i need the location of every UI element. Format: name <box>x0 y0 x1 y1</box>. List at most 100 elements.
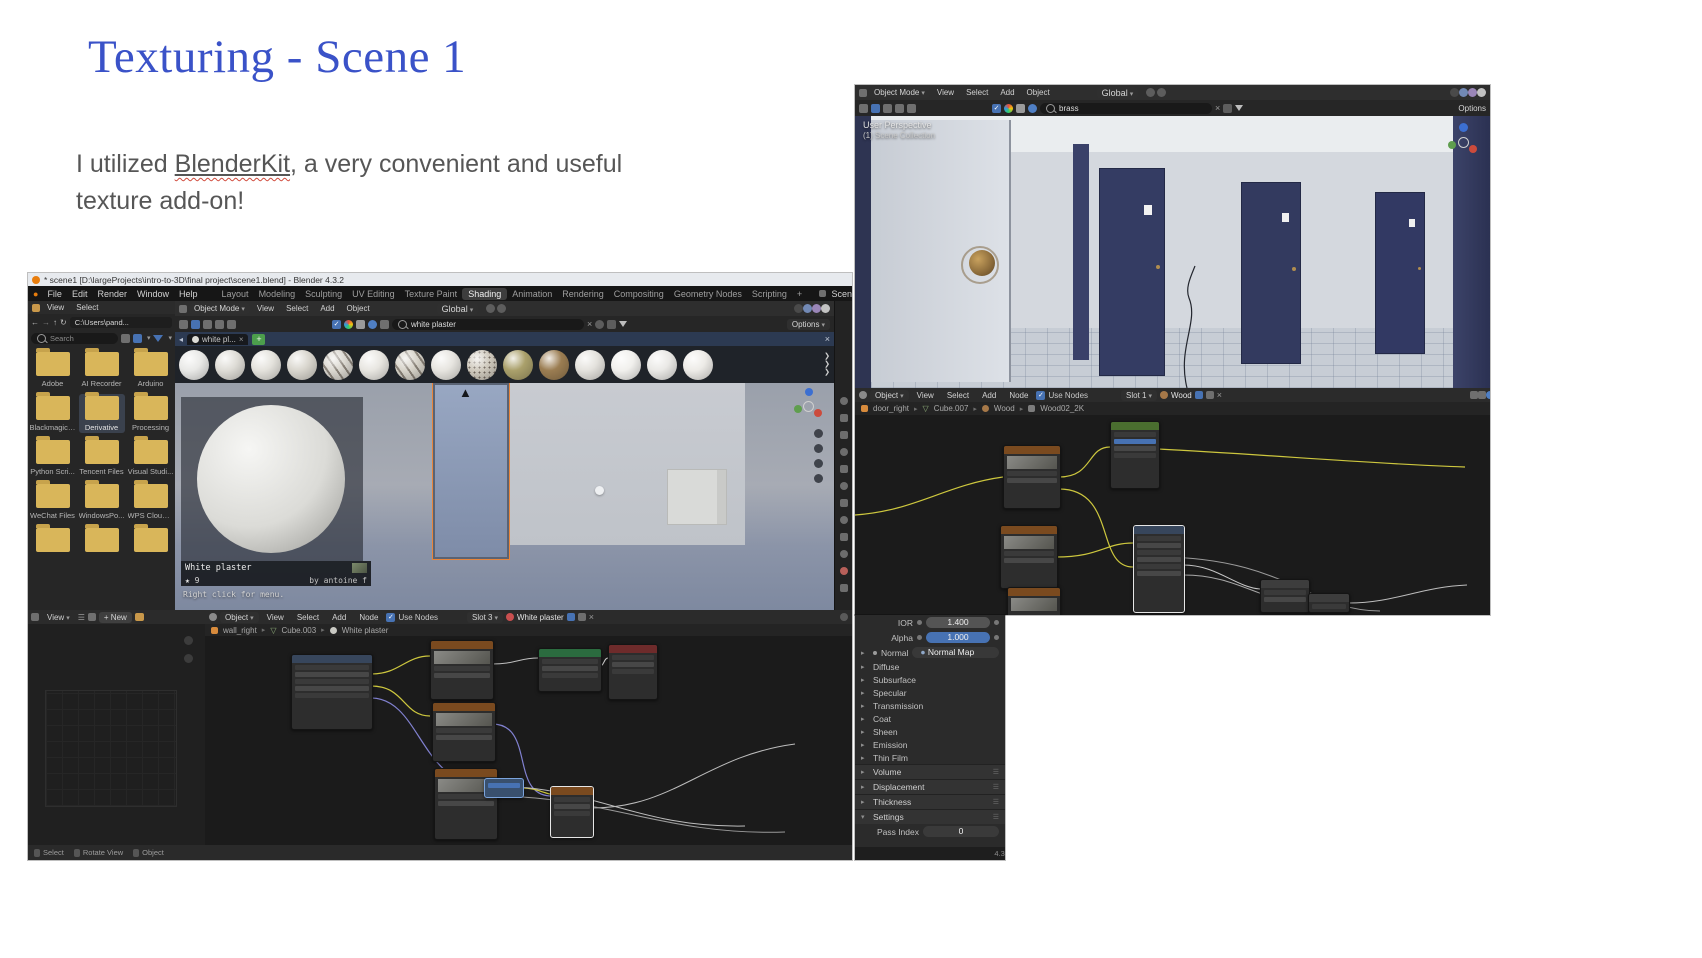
orientation-dropdown[interactable]: Global▾ <box>437 303 479 315</box>
asset-thumbnail[interactable] <box>503 350 533 380</box>
bk-verified-icon[interactable]: ✓ <box>992 104 1001 113</box>
copy-material-icon[interactable] <box>1206 391 1214 399</box>
use-nodes-checkbox[interactable]: ✓ <box>1036 391 1045 400</box>
animate-dot-icon[interactable] <box>917 620 922 625</box>
asset-thumbnail[interactable] <box>251 350 281 380</box>
folder-item[interactable]: Python Scri... <box>30 438 76 477</box>
asset-thumbnail[interactable] <box>431 350 461 380</box>
folder-item-selected[interactable]: Derivative <box>79 394 125 433</box>
display-thumbnails-icon[interactable] <box>133 334 142 343</box>
collapse-assetbar-icon[interactable]: ◂ <box>179 335 183 344</box>
wireframe-shading-icon[interactable] <box>1450 88 1459 97</box>
animate-dot-icon[interactable] <box>917 635 922 640</box>
camera-view-icon[interactable] <box>814 459 823 468</box>
refresh-icon[interactable]: ↻ <box>60 318 67 327</box>
breadcrumb-object[interactable]: door_right <box>873 404 909 413</box>
section-thickness[interactable]: ▸Thickness☰ <box>855 794 1005 809</box>
breadcrumb-mesh[interactable]: Cube.003 <box>281 626 316 635</box>
prop-row-diffuse[interactable]: ▸Diffuse <box>855 660 1005 673</box>
clear-search-icon[interactable]: × <box>587 319 592 329</box>
viewport-3d[interactable]: Object Mode▾ View Select Add Object Glob… <box>175 301 834 610</box>
node-graph[interactable] <box>205 636 852 845</box>
solid-shading-icon[interactable] <box>803 304 812 313</box>
ior-value[interactable]: 1.400 <box>926 617 990 628</box>
unlink-material-icon[interactable]: × <box>1217 390 1222 400</box>
asset-type-material-icon[interactable] <box>1028 104 1037 113</box>
node-select-menu[interactable]: Select <box>292 613 324 622</box>
asset-search-tab[interactable]: white pl... × <box>187 334 248 345</box>
tweak-tool-icon[interactable] <box>871 104 880 113</box>
tab-animation[interactable]: Animation <box>507 289 557 299</box>
tab-sculpting[interactable]: Sculpting <box>300 289 347 299</box>
utility-node[interactable] <box>1308 593 1350 613</box>
selected-small-node[interactable] <box>484 778 524 798</box>
viewport-select-menu[interactable]: Select <box>961 88 993 97</box>
asset-thumbnail[interactable] <box>323 350 353 380</box>
decorator-icon[interactable] <box>994 635 999 640</box>
file-browser-select-menu[interactable]: Select <box>71 303 103 312</box>
node-add-menu[interactable]: Add <box>977 391 1001 400</box>
menu-render[interactable]: Render <box>92 289 132 299</box>
menu-window[interactable]: Window <box>132 289 174 299</box>
render-tab-icon[interactable] <box>840 414 848 422</box>
particles-tab-icon[interactable] <box>840 533 848 541</box>
folder-item[interactable]: WPS Cloud ... <box>128 482 174 521</box>
image-grid-canvas[interactable] <box>45 690 177 807</box>
select-tool-icon[interactable] <box>859 104 868 113</box>
normal-value[interactable]: ● Normal Map <box>912 647 999 658</box>
folder-item[interactable]: Processing <box>128 394 174 433</box>
add-tab-button[interactable]: + <box>252 334 265 345</box>
tab-texture-paint[interactable]: Texture Paint <box>400 289 463 299</box>
material-name[interactable]: Wood <box>1171 391 1192 400</box>
fake-user-icon[interactable] <box>1195 391 1203 399</box>
node-view-menu[interactable]: View <box>912 391 939 400</box>
folder-item[interactable]: Tencent Files <box>79 438 125 477</box>
visibility-icon[interactable] <box>595 320 604 329</box>
add-workspace-button[interactable]: + <box>792 289 807 299</box>
tab-rendering[interactable]: Rendering <box>557 289 609 299</box>
asset-thumbnail[interactable] <box>647 350 677 380</box>
viewport-object-menu[interactable]: Object <box>342 304 375 313</box>
filter-icon[interactable] <box>153 335 163 342</box>
shader-type-dropdown[interactable]: Object▾ <box>220 612 259 623</box>
scene-marble-cube[interactable] <box>667 469 727 525</box>
scene-wall-lamp[interactable] <box>595 486 604 495</box>
node-node-menu[interactable]: Node <box>1004 391 1033 400</box>
folder-item-partial[interactable] <box>30 526 76 553</box>
material-tab-icon[interactable] <box>840 567 848 575</box>
asset-thumbnail[interactable] <box>359 350 389 380</box>
close-assetbar-icon[interactable]: × <box>825 334 830 344</box>
new-image-button[interactable]: + New <box>99 612 132 623</box>
asset-thumbnail[interactable] <box>611 350 641 380</box>
folder-item[interactable]: WindowsPo... <box>79 482 125 521</box>
toggle-perspective-icon[interactable] <box>814 474 823 483</box>
tab-scripting[interactable]: Scripting <box>747 289 792 299</box>
normal-row[interactable]: ▸ Normal ● Normal Map <box>855 645 1005 660</box>
menu-edit[interactable]: Edit <box>67 289 93 299</box>
proportional-edit-icon[interactable] <box>497 304 506 313</box>
mode-dropdown[interactable]: Object Mode▾ <box>189 303 250 314</box>
solid-shading-icon[interactable] <box>1459 88 1468 97</box>
viewport-scene[interactable]: User Perspective (1) Scene Collection <box>855 116 1490 388</box>
clear-search-icon[interactable]: × <box>1215 103 1220 113</box>
material-output-node[interactable] <box>608 644 658 700</box>
filter-icon[interactable] <box>619 321 627 327</box>
editor-type-icon[interactable] <box>31 613 39 621</box>
blenderkit-search-field[interactable]: brass <box>1040 103 1212 114</box>
world-tab-icon[interactable] <box>840 482 848 490</box>
forward-icon[interactable]: → <box>42 318 50 327</box>
folder-item-partial[interactable] <box>79 526 125 553</box>
viewport-object-menu[interactable]: Object <box>1022 88 1055 97</box>
image-view-menu[interactable]: View▾ <box>42 613 75 622</box>
scale-tool-icon[interactable] <box>907 104 916 113</box>
folder-item[interactable]: Visual Studi... <box>128 438 174 477</box>
image-texture-node[interactable] <box>1007 587 1061 615</box>
editor-type-icon[interactable] <box>859 89 867 97</box>
prop-row-coat[interactable]: ▸Coat <box>855 712 1005 725</box>
proportional-edit-icon[interactable] <box>1157 88 1166 97</box>
asset-type-brush-icon[interactable] <box>380 320 389 329</box>
image-browse-icon[interactable] <box>88 613 96 621</box>
folder-item[interactable]: Blackmagic ... <box>30 394 76 433</box>
prop-row-transmission[interactable]: ▸Transmission <box>855 699 1005 712</box>
image-texture-node[interactable] <box>1003 445 1061 509</box>
